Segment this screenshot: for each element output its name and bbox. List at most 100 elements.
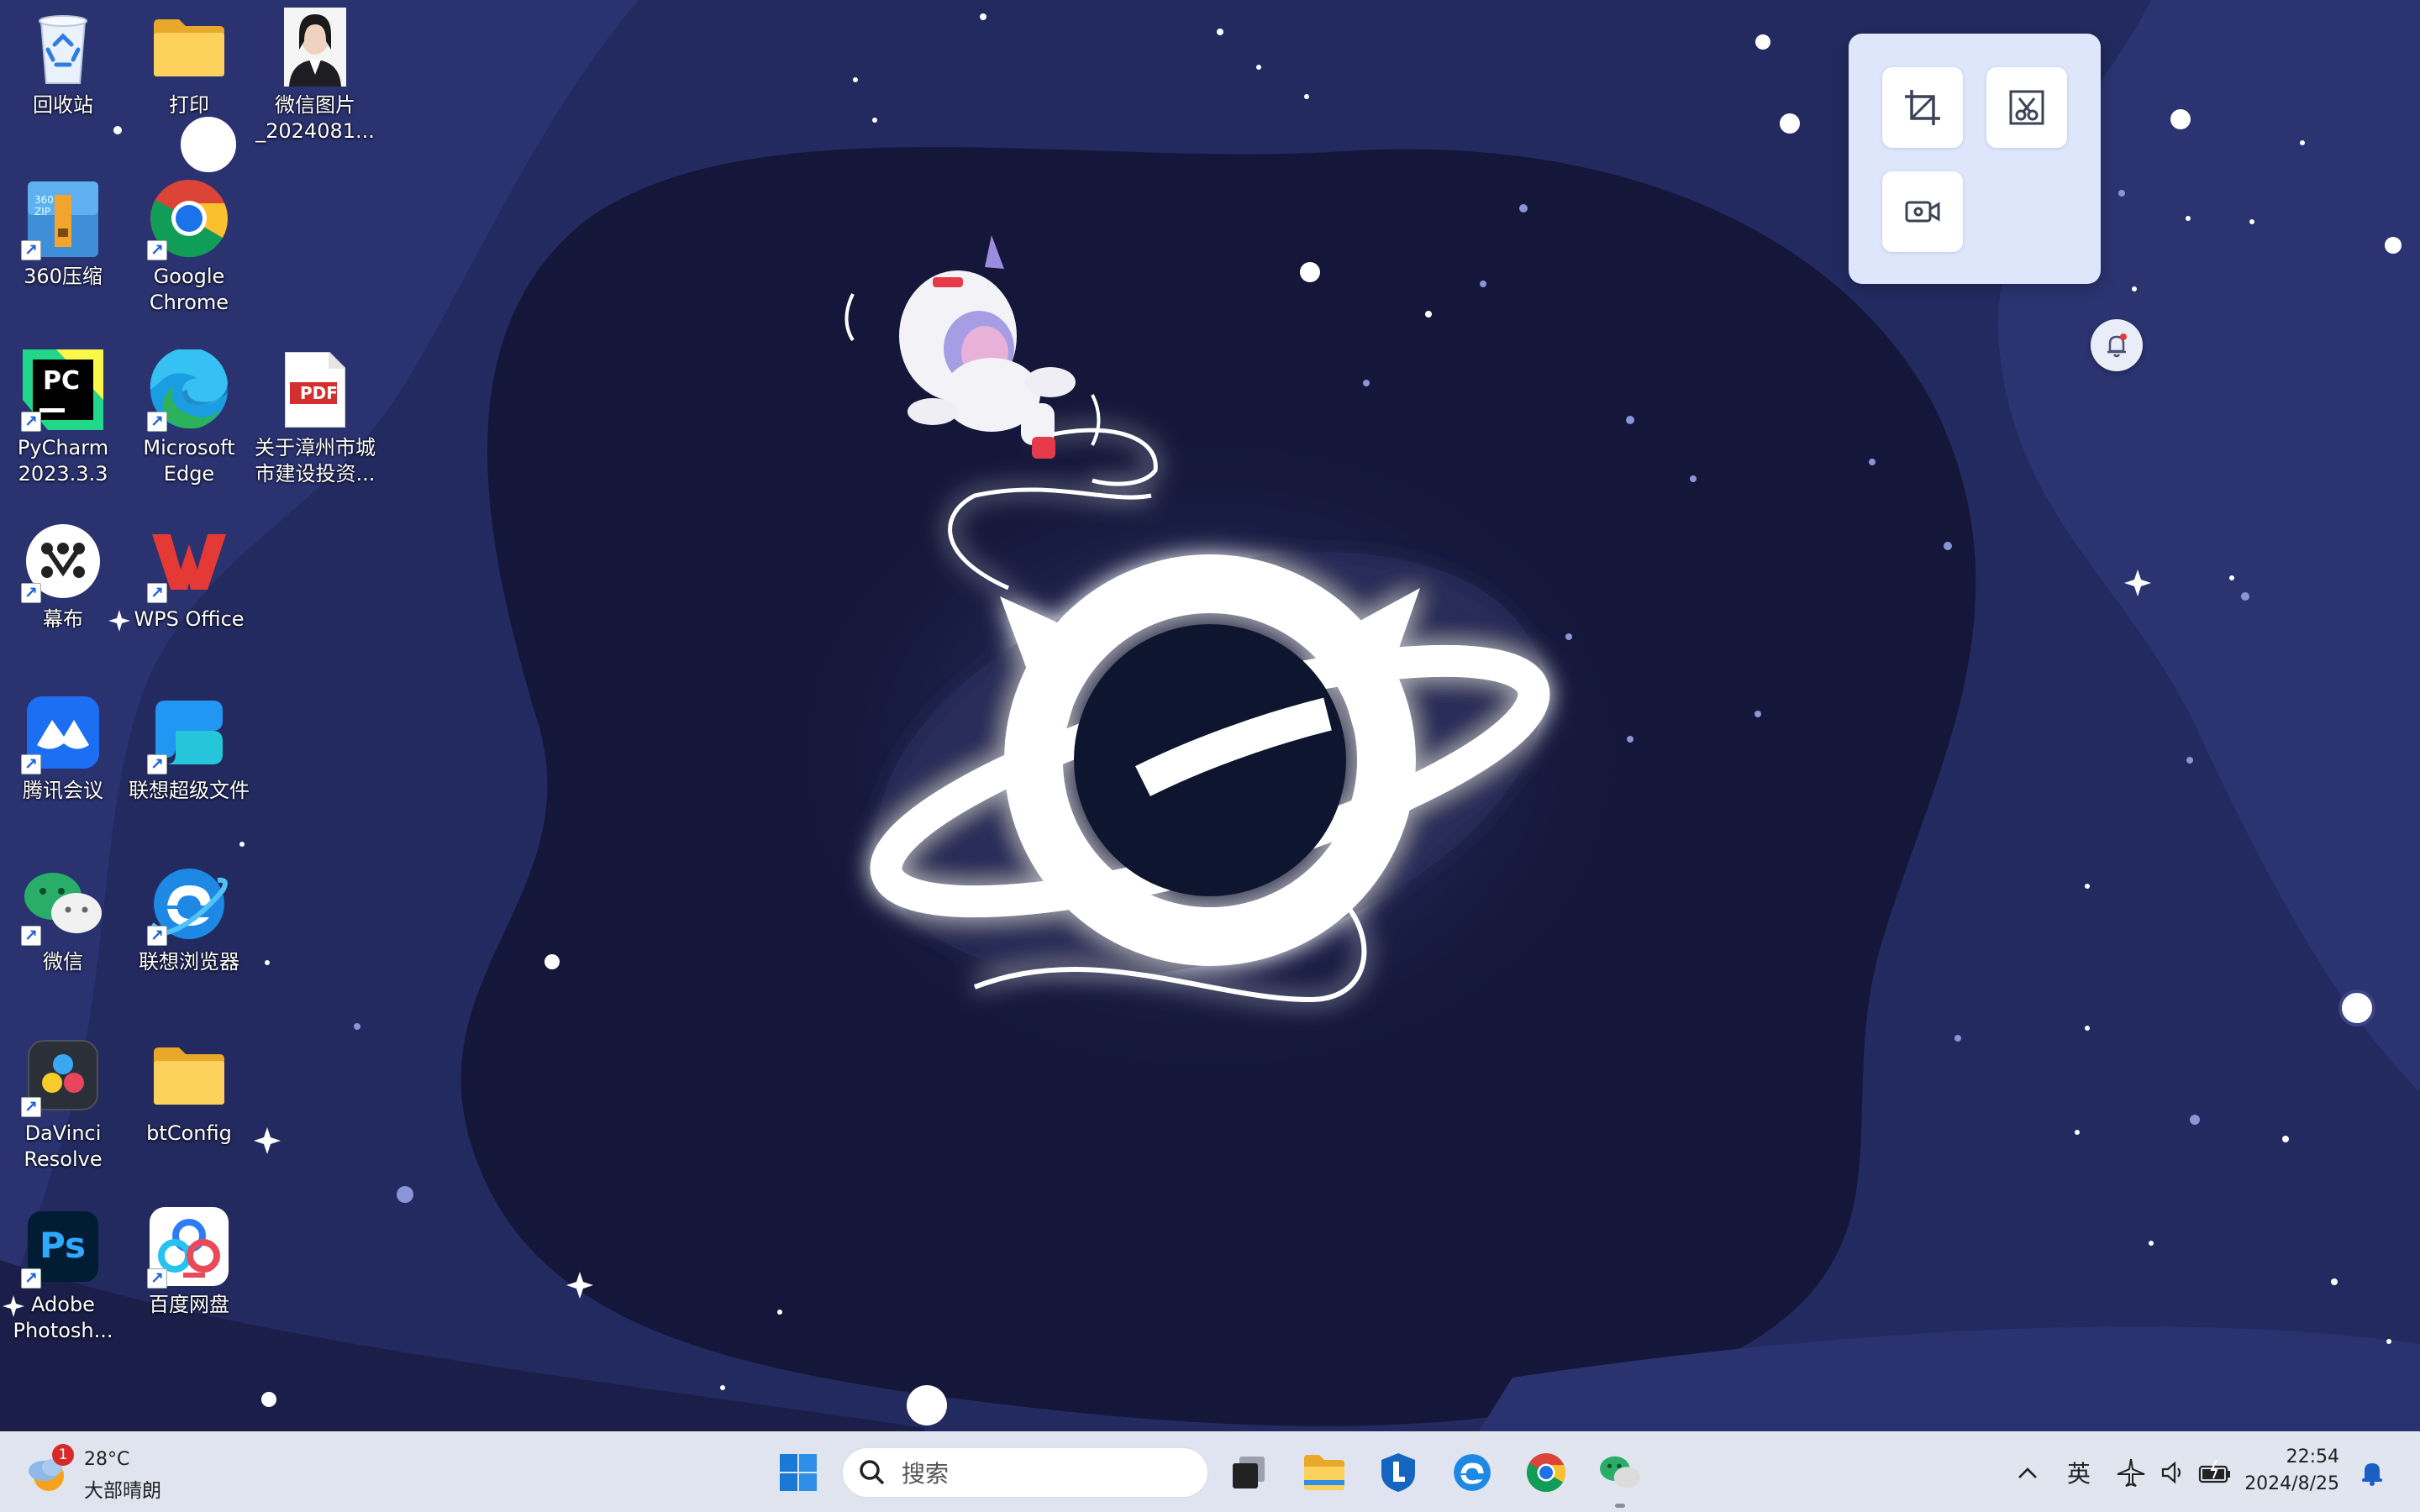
shortcut-arrow-icon: ↗ (147, 1268, 167, 1289)
desktop-icon-wps-office[interactable]: ↗ WPS Office (126, 521, 252, 633)
desktop-icon-btconfig-folder[interactable]: btConfig (126, 1035, 252, 1147)
clock-time: 22:54 (2286, 1446, 2339, 1467)
davinci-icon: ↗ (21, 1035, 103, 1117)
desktop-icon-label: 微信 (43, 950, 83, 974)
input-method-indicator[interactable]: 英 (2060, 1452, 2097, 1493)
desktop-icon-label: 关于漳州市城 市建设投资... (255, 436, 376, 486)
desktop-icon-label: 微信图片 _2024081... (255, 93, 375, 143)
volume-button[interactable] (2158, 1452, 2188, 1493)
task-view-button[interactable] (1223, 1447, 1274, 1498)
battery-charging-icon (2198, 1460, 2230, 1483)
crop-capture-icon (1905, 90, 1940, 125)
crop-capture-button[interactable] (1882, 67, 1963, 148)
shortcut-arrow-icon: ↗ (21, 926, 41, 946)
notification-bell-button[interactable] (2091, 319, 2143, 371)
wechat-icon: ↗ (21, 864, 103, 946)
desktop-icon-wechat[interactable]: ↗ 微信 (0, 864, 126, 975)
taskbar-search-box[interactable]: 搜索 (842, 1447, 1208, 1498)
desktop-icon-pycharm[interactable]: PC ↗ PyCharm 2023.3.3 (0, 349, 126, 487)
desktop-icon-tencent-meeting[interactable]: ↗ 腾讯会议 (0, 692, 126, 804)
desktop-icon-lenovo-browser[interactable]: ↗ 联想浏览器 (126, 864, 252, 975)
shortcut-arrow-icon: ↗ (147, 754, 167, 774)
taskbar: 1 28°C 大部晴朗 搜索 英 22:54 2024/8/25 (0, 1431, 2420, 1512)
desktop-icon-adobe-photoshop[interactable]: Ps ↗ Adobe Photosh... (0, 1206, 126, 1344)
show-hidden-icons-button[interactable] (2013, 1452, 2042, 1493)
bell-icon (2362, 1463, 2382, 1486)
svg-text:ZIP: ZIP (34, 206, 50, 218)
desktop-icon-baidu-netdisk[interactable]: ↗ 百度网盘 (126, 1206, 252, 1318)
input-method-label: 英 (2066, 1460, 2091, 1488)
battery-button[interactable] (2196, 1452, 2233, 1493)
start-button[interactable] (773, 1447, 823, 1498)
notification-center-button[interactable] (2353, 1452, 2391, 1493)
task-view-icon (1233, 1457, 1265, 1488)
lenovo-app-button[interactable] (1373, 1447, 1423, 1498)
desktop-icon-label: Microsoft Edge (143, 436, 235, 486)
clock[interactable]: 22:54 2024/8/25 (2242, 1444, 2339, 1498)
lenovo-browser-icon: ↗ (147, 864, 229, 946)
pdf-badge: PDF (300, 383, 338, 403)
airplane-mode-icon (2117, 1458, 2145, 1487)
screen-record-button[interactable] (1882, 171, 1963, 252)
screen-record-icon (1905, 201, 1940, 223)
pycharm-badge: PC (43, 366, 81, 396)
scissors-capture-icon (2009, 90, 2044, 125)
desktop-icon-lenovo-files[interactable]: ↗ 联想超级文件 (126, 692, 252, 804)
shortcut-arrow-icon: ↗ (21, 583, 41, 603)
desktop-icon-360zip[interactable]: 360 ZIP ↗ 360压缩 (0, 178, 126, 290)
search-placeholder: 搜索 (902, 1460, 950, 1488)
shortcut-arrow-icon: ↗ (21, 412, 41, 432)
desktop-icon-google-chrome[interactable]: ↗ Google Chrome (126, 178, 252, 316)
wechat-taskbar-button[interactable] (1595, 1447, 1645, 1508)
weather-description: 大部晴朗 (84, 1480, 161, 1502)
desktop-icon-label: DaVinci Resolve (24, 1121, 103, 1171)
chrome-icon: ↗ (147, 178, 229, 260)
desktop-icon-label: 打印 (169, 93, 209, 117)
desktop-icon-recycle-bin[interactable]: 回收站 (0, 7, 126, 118)
desktop-icon-pdf-document[interactable]: PDF 关于漳州市城 市建设投资... (252, 349, 378, 487)
weather-temperature: 28°C (84, 1449, 130, 1470)
desktop-icon-microsoft-edge[interactable]: ↗ Microsoft Edge (126, 349, 252, 487)
folder-icon (149, 7, 229, 87)
chevron-up-icon (2018, 1467, 2037, 1478)
desktop-icon-label: 联想浏览器 (139, 950, 239, 974)
lenovo-browser-button[interactable] (1447, 1447, 1497, 1498)
file-explorer-icon (1304, 1455, 1344, 1490)
desktop-icon-label: 腾讯会议 (23, 779, 103, 802)
desktop-icon-label: 回收站 (33, 93, 93, 117)
desktop-icon-label: WPS Office (134, 607, 245, 631)
folder-icon (149, 1035, 229, 1116)
desktop-icon-wechat-photo[interactable]: 微信图片 _2024081... (252, 7, 378, 144)
desktop-icon-print-folder[interactable]: 打印 (126, 7, 252, 118)
photoshop-badge: Ps (39, 1225, 87, 1266)
wps-icon: ↗ (147, 521, 229, 603)
desktop-icon-label: Google Chrome (149, 265, 229, 314)
weather-widget[interactable]: 1 28°C 大部晴朗 (25, 1444, 193, 1503)
svg-text:360: 360 (34, 194, 54, 206)
desktop-icon-mubu[interactable]: ↗ 幕布 (0, 521, 126, 633)
desktop-icon-label: PyCharm 2023.3.3 (17, 436, 109, 486)
shortcut-arrow-icon: ↗ (147, 583, 167, 603)
desktop-icon-label: 幕布 (43, 607, 83, 631)
desktop-icon-label: 联想超级文件 (129, 779, 250, 802)
shortcut-arrow-icon: ↗ (21, 754, 41, 774)
chrome-taskbar-button[interactable] (1521, 1447, 1571, 1498)
scissors-capture-button[interactable] (1986, 67, 2067, 148)
pdf-icon: PDF (275, 349, 355, 430)
lenovo-browser-icon (1454, 1454, 1491, 1491)
desktop-icon-label: Adobe Photosh... (13, 1293, 113, 1342)
speaker-icon (2161, 1461, 2181, 1484)
clock-date: 2024/8/25 (2244, 1473, 2339, 1494)
desktop-icon-label: 百度网盘 (149, 1293, 229, 1316)
weather-alert-badge: 1 (52, 1444, 74, 1466)
bell-icon (2107, 333, 2127, 358)
pycharm-icon: PC ↗ (21, 349, 103, 432)
edge-icon: ↗ (147, 349, 229, 432)
file-explorer-button[interactable] (1299, 1447, 1349, 1498)
desktop-icon-davinci-resolve[interactable]: ↗ DaVinci Resolve (0, 1035, 126, 1173)
shortcut-arrow-icon: ↗ (21, 240, 41, 260)
shortcut-arrow-icon: ↗ (21, 1268, 41, 1289)
network-button[interactable] (2114, 1452, 2148, 1493)
wechat-icon (1600, 1456, 1640, 1488)
desktop-icon-label: btConfig (146, 1121, 232, 1145)
